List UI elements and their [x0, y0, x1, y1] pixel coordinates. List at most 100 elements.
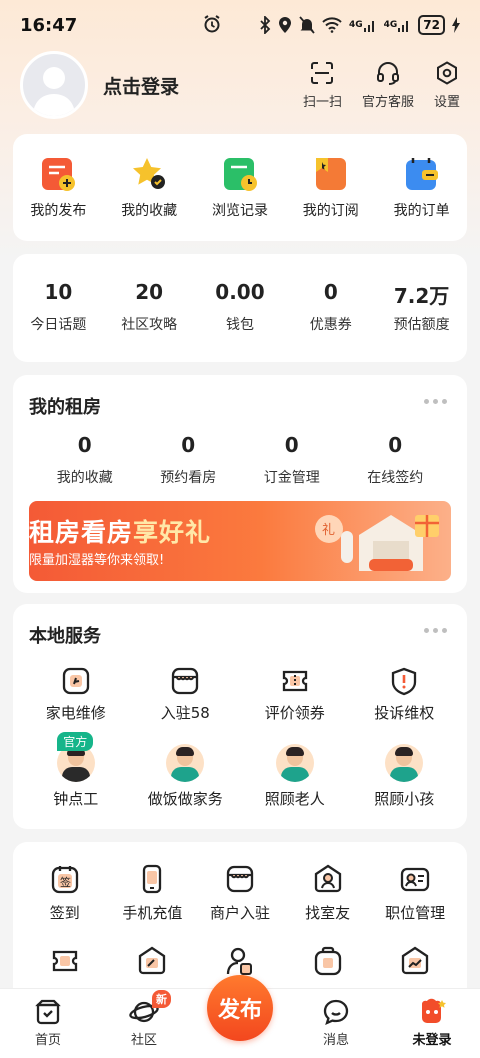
review-coupon-label: 评价领券 — [264, 704, 325, 722]
subscription-icon — [315, 158, 346, 190]
complaint-icon — [392, 667, 417, 696]
user-lock-icon — [226, 947, 252, 975]
elder-care-label: 照顾老人 — [264, 790, 325, 808]
customer-service-button[interactable]: 官方客服 — [362, 61, 414, 110]
my-posts-label: 我的发布 — [30, 203, 87, 219]
join-58-entry[interactable]: 入驻58 — [133, 666, 238, 723]
coupon-icon — [52, 950, 77, 972]
phone-recharge-entry[interactable]: 手机充值 — [109, 864, 195, 923]
rent-sign-value: 0 — [388, 433, 403, 457]
cooking-housework-entry[interactable]: 做饭做家务 — [133, 744, 238, 809]
history-icon — [223, 158, 257, 191]
cooking-avatar — [166, 744, 205, 782]
orders-entry[interactable]: 我的订单 — [377, 156, 467, 220]
rent-deposit[interactable]: 0 订金管理 — [242, 433, 342, 487]
status-icons: 4G 4G 72 — [259, 15, 460, 35]
tool-entry-9[interactable] — [285, 946, 371, 984]
appliance-repair-label: 家电维修 — [45, 704, 106, 722]
nav-community[interactable]: 新 社区 — [104, 990, 184, 1048]
rent-favorites[interactable]: 0 我的收藏 — [35, 433, 135, 487]
nav-home[interactable]: 首页 — [8, 998, 88, 1048]
subscription-entry[interactable]: 我的订阅 — [286, 156, 376, 220]
child-care-entry[interactable]: 照顾小孩 — [352, 744, 457, 809]
join-58-label: 入驻58 — [160, 704, 210, 722]
mute-icon — [299, 16, 315, 34]
phone-recharge-icon — [143, 864, 162, 894]
rental-promo-banner[interactable]: 租房看房享好礼 限量加湿器等你来领取! 礼 — [29, 501, 451, 581]
community-guide-label: 社区攻略 — [121, 317, 178, 333]
history-entry[interactable]: 浏览记录 — [195, 156, 285, 220]
cooking-label: 做饭做家务 — [147, 790, 223, 808]
local-more-icon[interactable] — [424, 628, 447, 633]
community-guide-stat[interactable]: 20 社区攻略 — [104, 280, 194, 334]
location-icon — [278, 16, 292, 34]
my-posts-entry[interactable]: 我的发布 — [13, 156, 103, 220]
star-icon — [133, 158, 166, 189]
wallet-stat[interactable]: 0.00 钱包 — [195, 280, 285, 334]
scan-button[interactable]: 扫一扫 — [303, 61, 342, 110]
headset-icon — [376, 61, 399, 85]
complaint-entry[interactable]: 投诉维权 — [352, 666, 457, 723]
scan-icon — [311, 61, 334, 84]
sign-in-entry[interactable]: 签 签到 — [22, 864, 108, 923]
rent-favorites-label: 我的收藏 — [56, 470, 113, 486]
edit-icon — [139, 946, 166, 975]
nav-me[interactable]: 未登录 — [392, 998, 472, 1048]
charging-icon — [452, 17, 460, 33]
phone-recharge-label: 手机充值 — [122, 904, 183, 922]
rental-card: 我的租房 0 我的收藏 0 预约看房 0 订金管理 0 在线签约 租房看房享好礼… — [13, 375, 467, 593]
login-link[interactable]: 点击登录 — [103, 72, 179, 99]
favorites-entry[interactable]: 我的收藏 — [104, 156, 194, 220]
tool-entry-6[interactable] — [22, 946, 108, 984]
find-roommate-label: 找室友 — [305, 904, 351, 922]
local-services-title: 本地服务 — [29, 626, 101, 647]
avatar[interactable] — [20, 51, 88, 119]
stats-card: 10 今日话题 20 社区攻略 0.00 钱包 0 优惠券 7.2万 预估额度 — [13, 254, 467, 362]
orders-label: 我的订单 — [393, 203, 450, 219]
rent-sign[interactable]: 0 在线签约 — [345, 433, 445, 487]
credit-label: 预估额度 — [393, 317, 450, 333]
rent-viewing-label: 预约看房 — [160, 470, 217, 486]
signal-a: 4G — [349, 18, 377, 32]
svg-text:礼: 礼 — [322, 522, 335, 538]
rental-more-icon[interactable] — [424, 399, 447, 404]
coupons-value: 0 — [323, 280, 338, 304]
banner-house-illustration: 礼 — [315, 515, 439, 571]
status-time: 16:47 — [20, 14, 78, 36]
profile-header: 点击登录 扫一扫 官方客服 设置 — [20, 50, 460, 120]
settings-icon — [436, 60, 457, 85]
rent-viewing[interactable]: 0 预约看房 — [138, 433, 238, 487]
coupon-icon — [282, 670, 307, 692]
coupons-stat[interactable]: 0 优惠券 — [286, 280, 376, 334]
favorites-label: 我的收藏 — [121, 203, 178, 219]
find-roommate-entry[interactable]: 找室友 — [285, 864, 371, 923]
nav-messages[interactable]: 消息 — [296, 998, 376, 1048]
elder-care-avatar — [275, 744, 314, 782]
banner-subtitle: 限量加湿器等你来领取! — [29, 553, 165, 568]
elder-care-entry[interactable]: 照顾老人 — [242, 744, 347, 809]
tool-entry-7[interactable] — [109, 946, 195, 984]
today-topics-stat[interactable]: 10 今日话题 — [13, 280, 103, 334]
tool-entry-10[interactable] — [372, 946, 458, 984]
rent-deposit-label: 订金管理 — [263, 470, 320, 486]
scan-label: 扫一扫 — [302, 94, 342, 110]
settings-button[interactable]: 设置 — [434, 60, 460, 110]
credit-stat[interactable]: 7.2万 预估额度 — [377, 280, 467, 334]
sign-in-label: 签到 — [49, 904, 80, 922]
rent-viewing-value: 0 — [181, 433, 196, 457]
alarm-icon — [202, 14, 222, 39]
publish-button[interactable]: 发布 — [207, 975, 273, 1041]
merchant-icon — [226, 865, 254, 893]
merchant-join-entry[interactable]: 商户入驻 — [197, 864, 283, 923]
nav-home-label: 首页 — [34, 1033, 61, 1048]
bag-icon — [314, 946, 341, 976]
default-avatar-icon — [33, 67, 75, 116]
review-coupon-entry[interactable]: 评价领券 — [242, 666, 347, 723]
job-management-entry[interactable]: 职位管理 — [372, 864, 458, 923]
hourly-worker-entry[interactable]: 官方 钟点工 — [23, 732, 128, 809]
nav-community-label: 社区 — [130, 1033, 157, 1048]
history-label: 浏览记录 — [211, 203, 268, 219]
appliance-repair-entry[interactable]: 家电维修 — [23, 666, 128, 723]
bluetooth-icon — [259, 16, 271, 34]
banner-title: 租房看房享好礼 — [29, 518, 212, 547]
